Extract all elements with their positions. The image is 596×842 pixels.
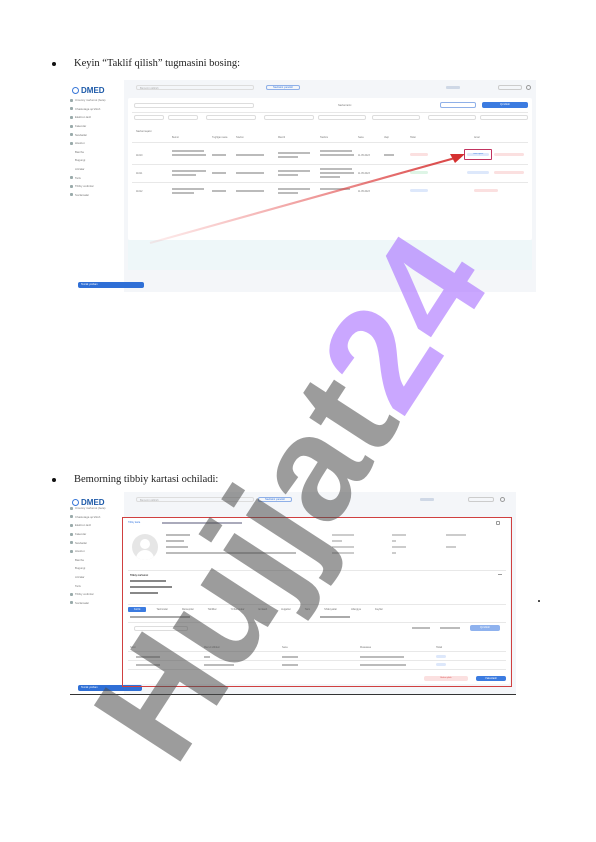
sidebar-item[interactable]: Sozlamalar	[70, 599, 105, 608]
search-input[interactable]: Bemorni qidirish	[136, 497, 254, 502]
create-queue-button[interactable]: Navbatni yaratish	[258, 497, 292, 502]
sidebar-item[interactable]: Kalendar	[70, 530, 105, 539]
sidebar-item[interactable]: Navbatlar	[70, 538, 105, 547]
sidebar-item[interactable]: Chastotaga qo'shish	[70, 513, 105, 522]
plus-icon	[70, 515, 73, 519]
gear-icon	[70, 601, 73, 605]
bullet-dot	[52, 477, 56, 482]
lang-selector[interactable]	[420, 498, 434, 501]
home-icon	[70, 506, 73, 510]
step-2-bullet: Bemorning tibbiy kartasi ochiladi:	[52, 474, 218, 485]
pointer-arrow	[149, 154, 465, 245]
card-highlight-frame	[122, 517, 512, 687]
list-icon	[70, 523, 73, 527]
document-page: Keyin “Taklif qilish” tugmasini bosing: …	[0, 0, 596, 842]
sidebar-item[interactable]: Arizalar	[70, 573, 105, 582]
report-icon	[70, 549, 73, 553]
calendar-icon	[70, 532, 73, 536]
sidebar-item[interactable]: Tarix	[70, 581, 105, 590]
image-underline	[70, 694, 516, 695]
staff-icon	[70, 592, 73, 596]
sidebar-menu: Umumiy ma'lumot (beta) Chastotaga qo'shi…	[70, 504, 105, 607]
sidebar-item[interactable]: Tibbiy xodimlar	[70, 590, 105, 599]
sidebar-item[interactable]: Elektron lavh	[70, 521, 105, 530]
queue-icon	[70, 541, 73, 545]
logout-icon[interactable]	[500, 497, 505, 502]
sidebar-item[interactable]: Umumiy ma'lumot (beta)	[70, 504, 105, 513]
sidebar-item[interactable]: Hisobot	[70, 547, 105, 556]
sidebar-item[interactable]: Barcha	[70, 556, 105, 565]
stray-dot	[538, 600, 540, 602]
sidebar: DMED Umumiy ma'lumot (beta) Chastotaga q…	[68, 492, 142, 694]
user-menu[interactable]	[468, 497, 494, 502]
sidebar-item[interactable]: Bugungi	[70, 564, 105, 573]
screenshot-medical-card: DMED Umumiy ma'lumot (beta) Chastotaga q…	[68, 492, 516, 694]
step-2-text: Bemorning tibbiy kartasi ochiladi:	[74, 474, 219, 485]
